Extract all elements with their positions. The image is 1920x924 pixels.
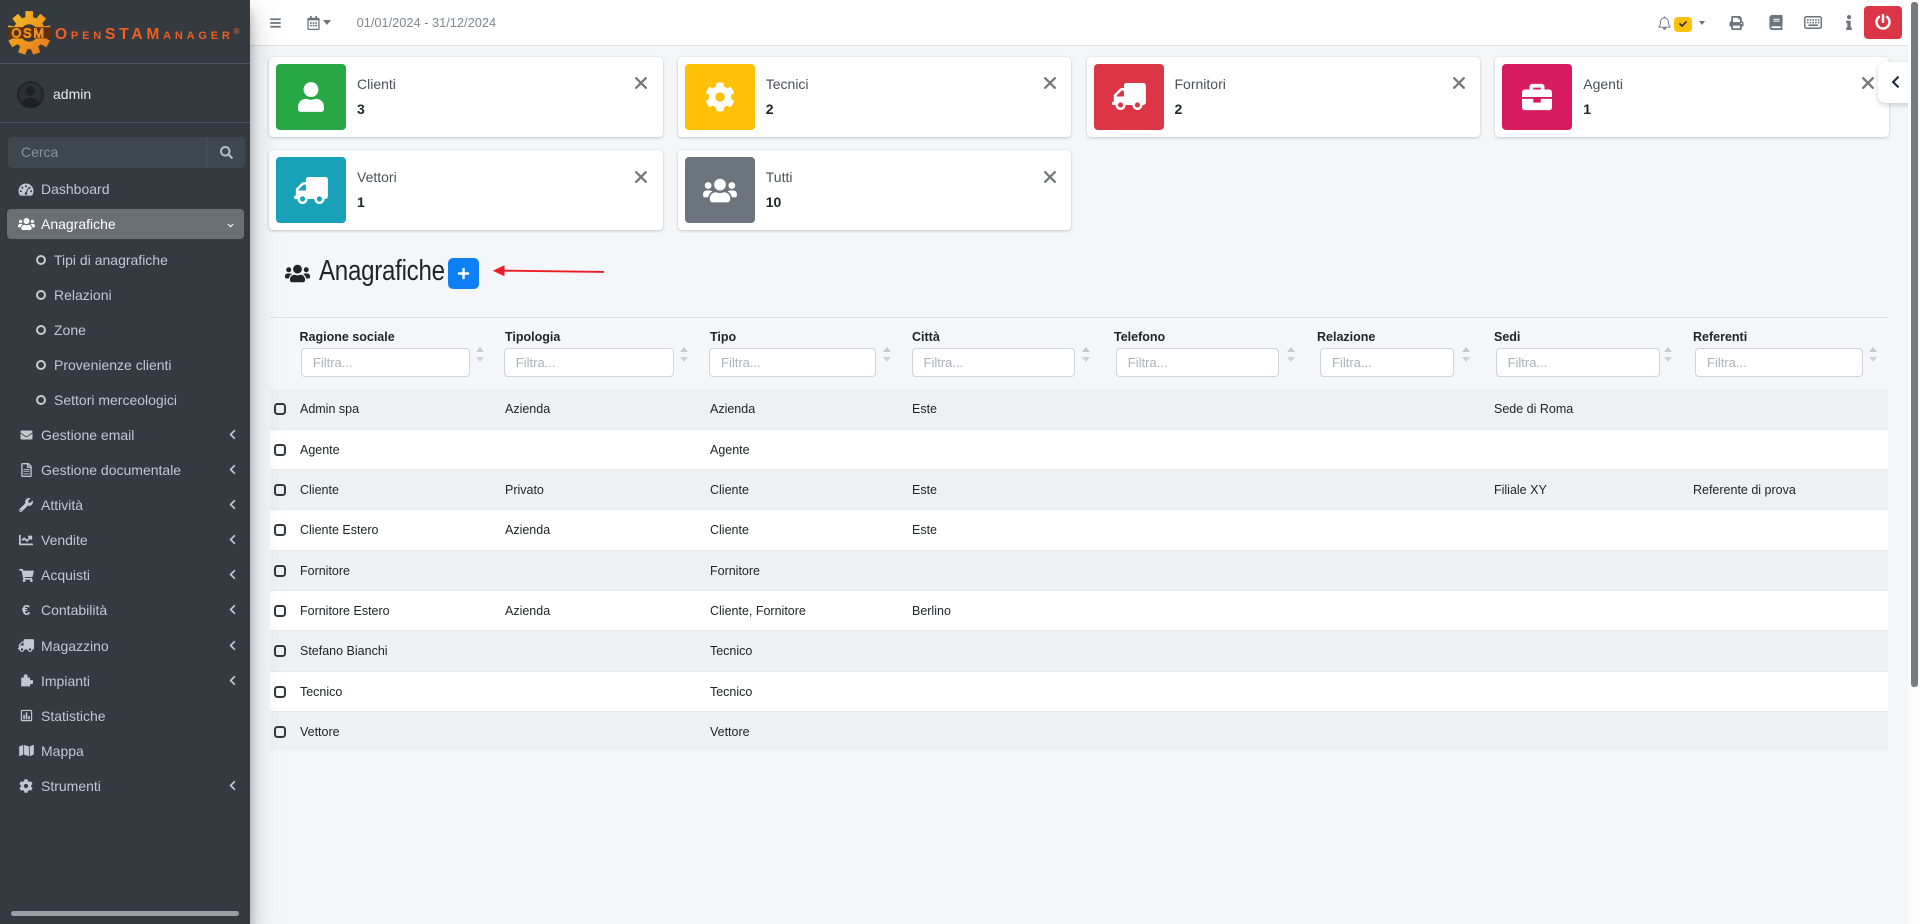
svg-text:OSM: OSM [11,26,45,40]
